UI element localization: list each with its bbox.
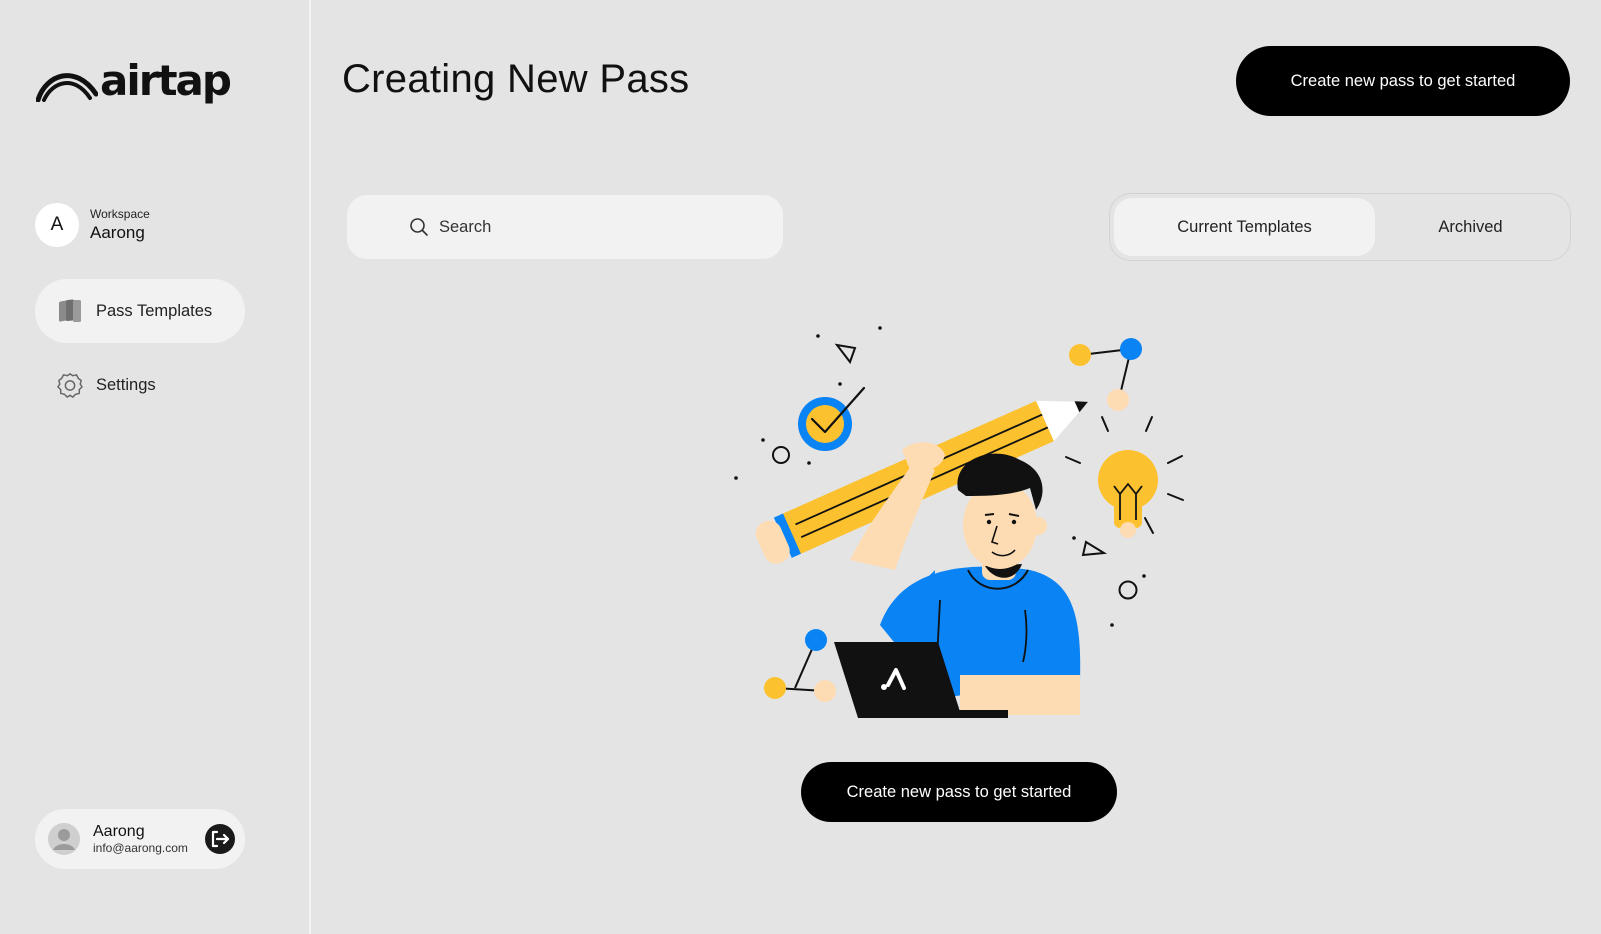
workspace-caption: Workspace xyxy=(90,206,150,221)
page-title: Creating New Pass xyxy=(342,57,690,101)
sidebar-item-settings[interactable]: Settings xyxy=(35,353,245,417)
user-text: Aarong info@aarong.com xyxy=(93,822,188,856)
sidebar-item-label: Pass Templates xyxy=(96,301,213,320)
workspace-avatar: A xyxy=(35,203,79,247)
user-email: info@aarong.com xyxy=(93,841,188,855)
search-icon xyxy=(409,217,429,237)
brand-logo[interactable]: airtap xyxy=(36,58,236,104)
user-profile-card[interactable]: Aarong info@aarong.com xyxy=(35,809,245,869)
search-bar[interactable] xyxy=(347,195,783,259)
create-pass-header-button[interactable]: Create new pass to get started xyxy=(1236,46,1570,116)
workspace-text: Workspace Aarong xyxy=(90,207,150,244)
sidebar: airtap A Workspace Aarong Pass Templates xyxy=(0,0,311,934)
sidebar-item-label: Settings xyxy=(96,375,156,394)
logout-icon[interactable] xyxy=(204,823,236,855)
tab-current-templates[interactable]: Current Templates xyxy=(1114,198,1375,256)
empty-state-illustration xyxy=(730,320,1190,740)
gear-icon xyxy=(57,372,83,398)
user-avatar-icon xyxy=(47,822,81,856)
create-pass-empty-state-button[interactable]: Create new pass to get started xyxy=(801,762,1117,822)
brand-name: airtap xyxy=(100,56,232,105)
search-input[interactable] xyxy=(439,217,739,237)
arc-wings-logo-icon xyxy=(36,73,98,102)
workspace-name: Aarong xyxy=(90,222,145,242)
workspace-switcher[interactable]: A Workspace Aarong xyxy=(35,203,150,247)
sidebar-item-pass-templates[interactable]: Pass Templates xyxy=(35,279,245,343)
user-name: Aarong xyxy=(93,823,145,840)
template-tabs: Current Templates Archived xyxy=(1109,193,1571,261)
app-root: airtap A Workspace Aarong Pass Templates xyxy=(0,0,1601,934)
tab-archived[interactable]: Archived xyxy=(1375,198,1566,256)
pass-stack-icon xyxy=(57,298,83,324)
